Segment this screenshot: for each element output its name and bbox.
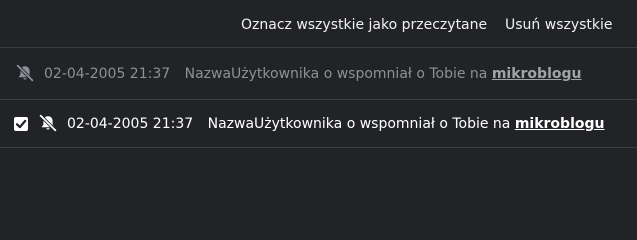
delete-all-button[interactable]: Usuń wszystkie: [505, 16, 613, 34]
notification-text: 02-04-2005 21:37 NazwaUżytkownika o wspo…: [67, 115, 604, 133]
mikroblog-link[interactable]: mikroblogu: [515, 116, 605, 132]
notification-item[interactable]: 02-04-2005 21:37 NazwaUżytkownika o wspo…: [0, 48, 637, 100]
mark-all-read-button[interactable]: Oznacz wszystkie jako przeczytane: [241, 16, 487, 34]
notification-timestamp: 02-04-2005 21:37: [44, 66, 171, 82]
notifications-toolbar: Oznacz wszystkie jako przeczytane Usuń w…: [0, 0, 637, 48]
notification-text: 02-04-2005 21:37 NazwaUżytkownika o wspo…: [44, 65, 581, 83]
notification-timestamp: 02-04-2005 21:37: [67, 116, 194, 132]
checkmark-icon: [15, 119, 27, 129]
notification-message: NazwaUżytkownika o wspomniał o Tobie na: [184, 66, 488, 82]
notification-message: NazwaUżytkownika o wspomniał o Tobie na: [207, 116, 511, 132]
notification-item[interactable]: 02-04-2005 21:37 NazwaUżytkownika o wspo…: [0, 100, 637, 148]
bell-slash-icon[interactable]: [15, 64, 35, 82]
mikroblog-link[interactable]: mikroblogu: [492, 66, 582, 82]
notification-checkbox[interactable]: [14, 117, 28, 131]
bell-slash-icon[interactable]: [38, 114, 58, 132]
